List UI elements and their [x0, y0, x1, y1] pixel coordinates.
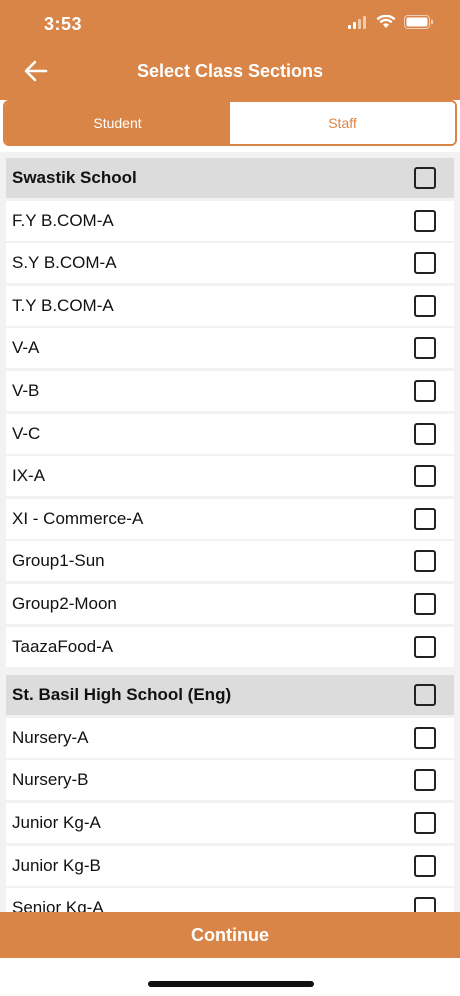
section-checkbox[interactable]: [414, 337, 436, 360]
list-item[interactable]: Nursery-B: [6, 760, 454, 801]
section-checkbox[interactable]: [414, 422, 436, 445]
list-item[interactable]: Junior Kg-A: [6, 802, 454, 843]
school-name: Swastik School: [12, 168, 137, 187]
section-checkbox[interactable]: [414, 507, 436, 530]
section-label: Junior Kg-A: [12, 812, 101, 832]
section-label: Group2-Moon: [12, 593, 117, 613]
section-checkbox[interactable]: [414, 465, 436, 488]
list-item[interactable]: Group2-Moon: [6, 583, 454, 624]
signal-icon: [348, 15, 368, 34]
wifi-icon: [376, 14, 396, 34]
section-label: TaazaFood-A: [12, 636, 114, 656]
list-item[interactable]: TaazaFood-A: [6, 626, 454, 667]
section-label: Group1-Sun: [12, 551, 105, 571]
role-segmented-control: Student Staff: [3, 100, 457, 146]
section-label: V-B: [12, 380, 40, 400]
section-checkbox[interactable]: [414, 550, 436, 573]
list-item[interactable]: XI - Commerce-A: [6, 498, 454, 539]
continue-button[interactable]: Continue: [0, 912, 460, 958]
section-checkbox[interactable]: [414, 811, 436, 834]
list-item[interactable]: Group1-Sun: [6, 541, 454, 582]
list-item[interactable]: V-B: [6, 370, 454, 411]
status-bar: 3:53: [0, 0, 460, 46]
home-indicator: [148, 981, 314, 987]
section-checkbox[interactable]: [414, 635, 436, 658]
section-checkbox[interactable]: [414, 252, 436, 275]
list-item[interactable]: IX-A: [6, 456, 454, 497]
section-checkbox[interactable]: [414, 769, 436, 792]
list-item[interactable]: Senior Kg-A: [6, 888, 454, 912]
tab-student[interactable]: Student: [5, 102, 230, 144]
section-label: S.Y B.COM-A: [12, 253, 117, 273]
section-label: IX-A: [12, 466, 46, 486]
section-label: Nursery-B: [12, 770, 89, 790]
list-item[interactable]: S.Y B.COM-A: [6, 243, 454, 284]
list-item[interactable]: V-A: [6, 328, 454, 369]
select-all-checkbox[interactable]: [414, 684, 436, 707]
section-checkbox[interactable]: [414, 897, 436, 912]
section-checkbox[interactable]: [414, 379, 436, 402]
school-name: St. Basil High School (Eng): [12, 685, 232, 705]
nav-bar: Select Class Sections: [0, 46, 460, 100]
section-checkbox[interactable]: [414, 854, 436, 877]
list-item[interactable]: V-C: [6, 413, 454, 454]
select-all-checkbox[interactable]: [414, 167, 436, 189]
list-item[interactable]: Junior Kg-B: [6, 845, 454, 886]
section-label: Nursery-A: [12, 727, 89, 747]
section-label: Senior Kg-A: [12, 898, 104, 912]
section-checkbox[interactable]: [414, 294, 436, 317]
status-icons: [348, 14, 434, 34]
school-header[interactable]: Swastik School: [6, 158, 454, 198]
status-time: 3:53: [44, 14, 83, 34]
list-item[interactable]: T.Y B.COM-A: [6, 285, 454, 326]
class-section-list[interactable]: Swastik School F.Y B.COM-A S.Y B.COM-A T…: [0, 152, 460, 912]
section-label: Junior Kg-B: [12, 855, 101, 875]
section-label: V-A: [12, 338, 40, 358]
section-checkbox[interactable]: [414, 592, 436, 615]
section-label: T.Y B.COM-A: [12, 295, 114, 315]
battery-icon: [404, 15, 434, 34]
school-header[interactable]: St. Basil High School (Eng): [6, 675, 454, 716]
section-label: F.Y B.COM-A: [12, 210, 114, 230]
page-title: Select Class Sections: [136, 61, 324, 81]
section-checkbox[interactable]: [414, 209, 436, 232]
section-label: V-C: [12, 423, 41, 443]
section-checkbox[interactable]: [414, 726, 436, 749]
list-item[interactable]: Nursery-A: [6, 717, 454, 758]
tab-staff[interactable]: Staff: [230, 102, 455, 144]
section-label: XI - Commerce-A: [12, 508, 144, 528]
list-item[interactable]: F.Y B.COM-A: [6, 200, 454, 241]
